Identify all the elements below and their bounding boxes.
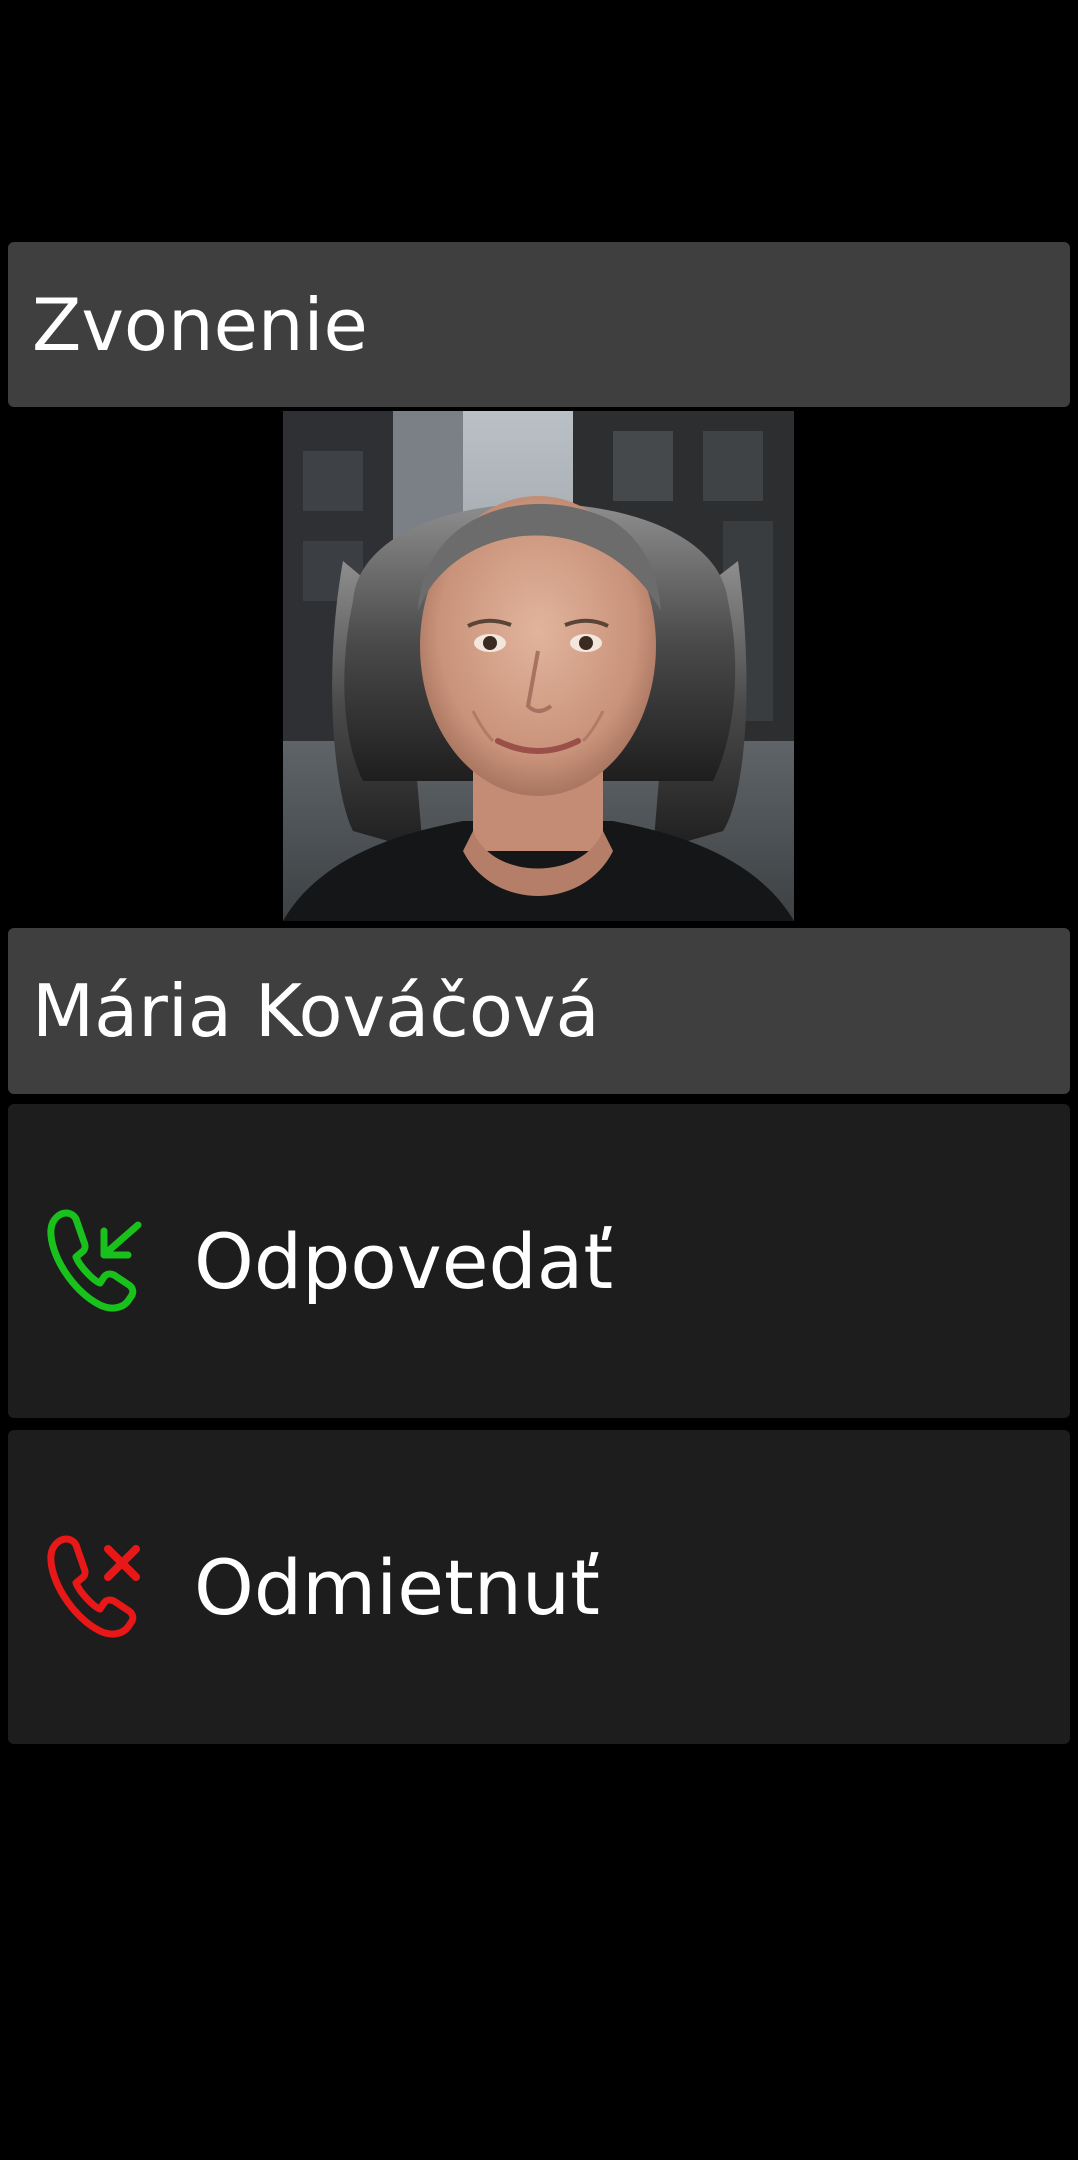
decline-call-button[interactable]: Odmietnuť (8, 1430, 1070, 1744)
phone-declined-icon-svg (47, 1535, 140, 1638)
phone-declined-icon (44, 1531, 148, 1643)
caller-name: Mária Kováčová (32, 969, 600, 1053)
caller-photo-image (283, 411, 794, 921)
caller-photo (283, 411, 794, 921)
decline-call-label: Odmietnuť (194, 1542, 600, 1632)
caller-name-bar: Mária Kováčová (8, 928, 1070, 1094)
call-status-text: Zvonenie (32, 282, 368, 367)
call-status-header: Zvonenie (8, 242, 1070, 407)
phone-incoming-icon-svg (47, 1209, 142, 1312)
answer-call-label: Odpovedať (194, 1216, 614, 1306)
phone-incoming-icon (44, 1205, 148, 1317)
answer-call-button[interactable]: Odpovedať (8, 1104, 1070, 1418)
